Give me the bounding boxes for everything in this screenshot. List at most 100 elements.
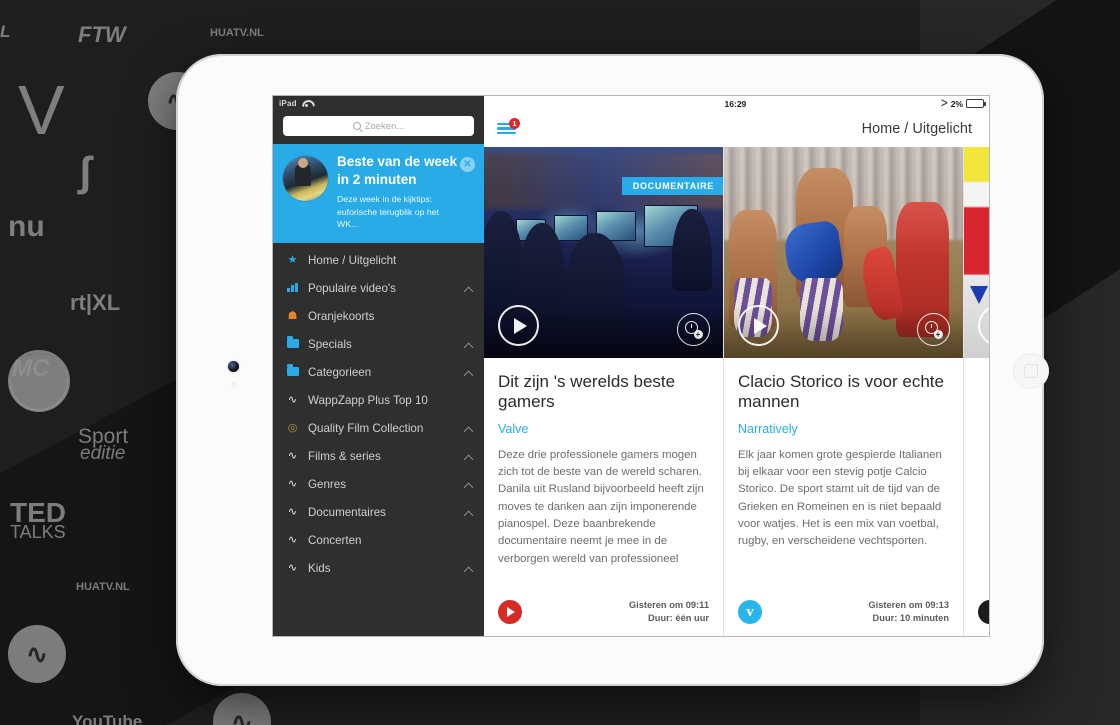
backdrop-logo: ʃ	[78, 148, 92, 195]
card-source[interactable]: Narratively	[738, 422, 949, 436]
play-icon[interactable]	[498, 305, 539, 346]
card-time: Gisteren om 09:13	[868, 599, 949, 610]
youtube-icon[interactable]	[498, 600, 522, 624]
card-description: Deze drie professionele gamers mogen zic…	[498, 448, 704, 565]
card-footer: v Gisteren om 09:13 Duur: 10 minuten	[724, 588, 963, 636]
chevron-up-icon[interactable]	[464, 508, 474, 518]
backdrop-logo-circle: ∿	[8, 625, 66, 683]
backdrop-logo: L	[0, 22, 11, 41]
source-icon[interactable]	[978, 600, 989, 624]
wave-icon: ∿	[287, 394, 298, 407]
sidebar-item-label: Genres	[308, 478, 347, 492]
backdrop-logo-ring	[8, 350, 70, 412]
chevron-up-icon[interactable]	[464, 340, 474, 350]
promo-title-line1: Beste van de week	[337, 154, 458, 169]
sidebar-item-label: WappZapp Plus Top 10	[308, 394, 428, 408]
sidebar-item-label: Concerten	[308, 534, 362, 548]
battery-icon	[966, 99, 986, 108]
chevron-up-icon[interactable]	[464, 480, 474, 490]
video-card[interactable]: + Clacio Storico is voor echte mannen Na…	[724, 147, 964, 636]
card-body: Clacio Storico is voor echte mannen Narr…	[724, 358, 963, 588]
top-bar: 1 Home / Uitgelicht	[484, 111, 989, 147]
sidebar-item-kids[interactable]: ∿ Kids	[273, 555, 484, 583]
search-input[interactable]: Zoeken...	[283, 116, 474, 136]
sidebar-item-label: Home / Uitgelicht	[308, 254, 397, 268]
sidebar-item-label: Oranjekoorts	[308, 310, 375, 324]
card-body	[964, 358, 989, 588]
wave-icon: ∿	[287, 562, 298, 575]
content-area: 16:29 ᐳ 2% 1 Home / Uitgelicht DOCUMENTA…	[484, 96, 989, 636]
watch-later-icon[interactable]: +	[677, 313, 710, 346]
card-thumbnail[interactable]: +	[964, 147, 989, 358]
watch-later-icon[interactable]: +	[917, 313, 950, 346]
chevron-up-icon[interactable]	[464, 284, 474, 294]
wave-icon: ∿	[287, 478, 298, 491]
card-meta: Gisteren om 09:13 Duur: 10 minuten	[868, 599, 949, 626]
backdrop-logo: V	[18, 71, 65, 149]
sidebar-item-documentaires[interactable]: ∿ Documentaires	[273, 499, 484, 527]
chevron-up-icon[interactable]	[464, 424, 474, 434]
sidebar-item-films-series[interactable]: ∿ Films & series	[273, 443, 484, 471]
vimeo-icon[interactable]: v	[738, 600, 762, 624]
sidebar-item-categorieen[interactable]: Categorieen	[273, 359, 484, 387]
card-badge: DOCUMENTAIRE	[621, 177, 723, 195]
chevron-up-icon[interactable]	[464, 564, 474, 574]
hamburger-icon[interactable]: 1	[497, 117, 520, 137]
sidebar-item-concerten[interactable]: ∿ Concerten	[273, 527, 484, 555]
home-button[interactable]	[1013, 353, 1049, 389]
promo-subtitle-line1: Deze week in de kijktips:	[337, 194, 433, 205]
sidebar-item-quality-film-collection[interactable]: ◎ Quality Film Collection	[273, 415, 484, 443]
sidebar-item-populaire-video-s[interactable]: Populaire video's	[273, 275, 484, 303]
sidebar-item-wappzapp-plus-top-10[interactable]: ∿ WappZapp Plus Top 10	[273, 387, 484, 415]
ipad-screen: iPad Zoeken... Beste van de week in 2 mi…	[273, 96, 989, 636]
backdrop-logo: FTW	[78, 22, 126, 47]
promo-banner[interactable]: Beste van de week in 2 minuten Deze week…	[273, 144, 484, 243]
sidebar-item-label: Populaire video's	[308, 282, 396, 296]
promo-thumbnail	[283, 156, 328, 201]
folder-icon	[286, 336, 299, 351]
close-icon[interactable]: ✕	[460, 157, 475, 172]
card-body: Dit zijn 's werelds beste gamers Valve D…	[484, 358, 723, 588]
sidebar-item-label: Categorieen	[308, 366, 372, 380]
backdrop-logo-circle: ∿	[213, 693, 271, 725]
sidebar-nav: ★ Home / Uitgelicht Populaire video's ☗ Oran…	[273, 243, 484, 583]
bluetooth-icon: ᐳ	[941, 98, 948, 108]
chevron-up-icon[interactable]	[464, 368, 474, 378]
promo-title: Beste van de week in 2 minuten	[337, 153, 460, 188]
chevron-up-icon[interactable]	[464, 452, 474, 462]
search-placeholder: Zoeken...	[364, 120, 405, 132]
sidebar: iPad Zoeken... Beste van de week in 2 mi…	[273, 96, 484, 636]
wave-icon: ∿	[287, 450, 298, 463]
backdrop-logo: YouTube	[72, 712, 143, 725]
sidebar-item-genres[interactable]: ∿ Genres	[273, 471, 484, 499]
sidebar-item-specials[interactable]: Specials	[273, 331, 484, 359]
folder-icon	[286, 364, 299, 379]
play-icon[interactable]	[738, 305, 779, 346]
backdrop-logo: HUATV.NL	[210, 27, 264, 39]
device-label: iPad	[279, 99, 297, 108]
card-time: Gisteren om 09:11	[628, 599, 709, 610]
sidebar-status-bar: iPad	[273, 96, 484, 111]
bar-chart-icon	[286, 282, 299, 295]
promo-text: Beste van de week in 2 minuten Deze week…	[337, 153, 474, 231]
star-icon: ★	[287, 254, 298, 267]
video-card[interactable]: +	[964, 147, 989, 636]
status-clock: 16:29	[724, 98, 747, 109]
backdrop-logo: editie	[80, 443, 126, 464]
card-source[interactable]: Valve	[498, 422, 709, 436]
sidebar-item-label: Films & series	[308, 450, 381, 464]
card-thumbnail[interactable]: +	[724, 147, 963, 358]
page-root: LFTWHUATV.NLVʃnurt|XLMCSporteditieTEDTAL…	[0, 0, 1120, 725]
sidebar-item-oranjekoorts[interactable]: ☗ Oranjekoorts	[273, 303, 484, 331]
card-duration: Duur: één uur	[648, 613, 709, 623]
video-card[interactable]: DOCUMENTAIRE + Dit zijn 's werelds beste…	[484, 147, 724, 636]
backdrop-logo: HUATV.NL	[76, 581, 130, 593]
front-camera-icon	[228, 361, 239, 372]
sidebar-item-label: Specials	[308, 338, 352, 352]
sidebar-item-home-uitgelicht[interactable]: ★ Home / Uitgelicht	[273, 247, 484, 275]
fire-icon: ☗	[287, 310, 298, 323]
sidebar-item-label: Kids	[308, 562, 331, 576]
card-thumbnail[interactable]: DOCUMENTAIRE +	[484, 147, 723, 358]
search-container: Zoeken...	[273, 111, 484, 144]
search-icon	[352, 122, 361, 130]
